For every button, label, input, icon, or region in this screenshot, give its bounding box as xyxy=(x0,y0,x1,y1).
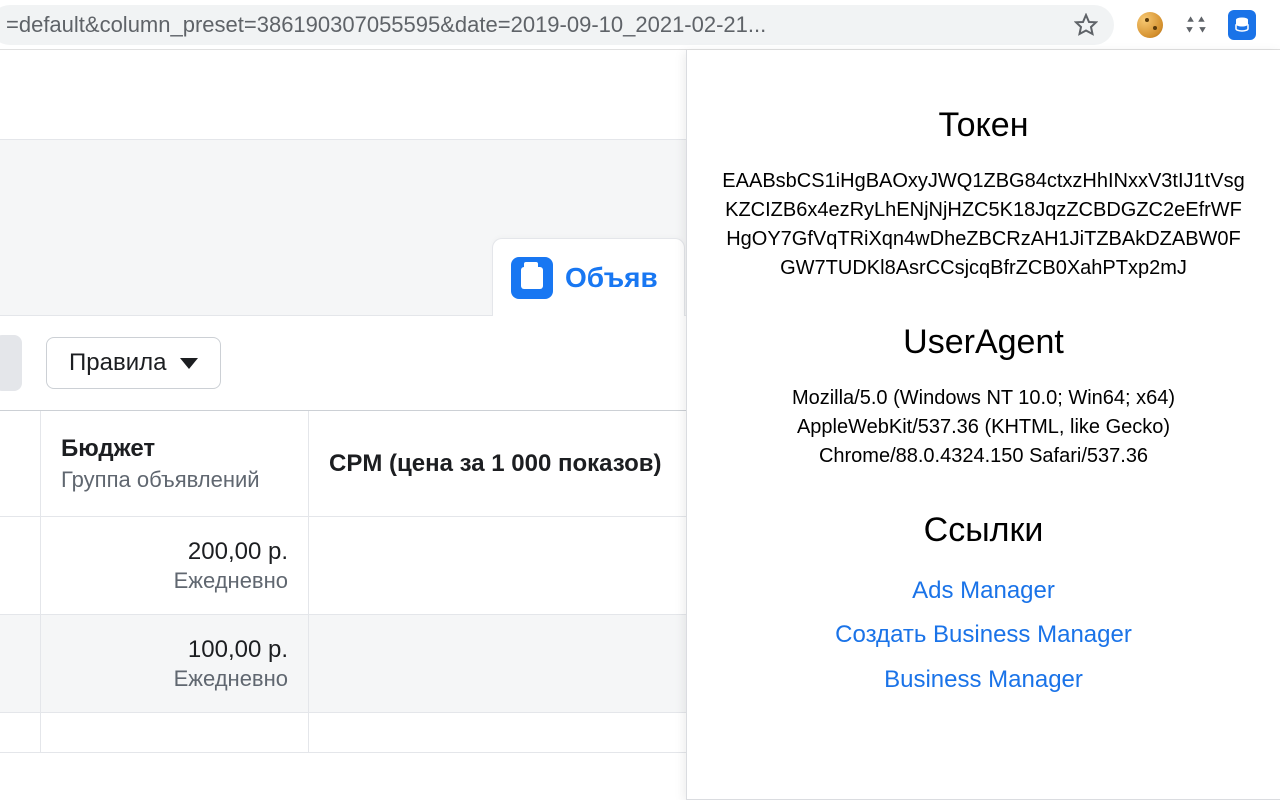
link-business-manager[interactable]: Business Manager xyxy=(884,661,1083,699)
links-list: Ads Manager Создать Business Manager Bus… xyxy=(711,572,1256,699)
tab-ads-label: Объяв xyxy=(565,262,658,294)
link-ads-manager[interactable]: Ads Manager xyxy=(912,572,1055,610)
useragent-value[interactable]: Mozilla/5.0 (Windows NT 10.0; Win64; x64… xyxy=(711,384,1256,471)
browser-url-bar: =default&column_preset=386190307055595&d… xyxy=(0,0,1280,50)
cookie-extension-icon[interactable] xyxy=(1136,11,1164,39)
th-budget-title: Бюджет xyxy=(61,435,288,463)
th-sort[interactable] xyxy=(0,411,41,517)
truncated-button[interactable] xyxy=(0,335,22,391)
extension-popup: Токен EAABsbCS1iHgBAOxyJWQ1ZBG84ctxzHhIN… xyxy=(686,50,1280,800)
links-heading: Ссылки xyxy=(711,511,1256,550)
extension-icons-tray xyxy=(1124,11,1268,39)
cell-frequency: Ежедневно xyxy=(174,666,288,692)
token-heading: Токен xyxy=(711,106,1256,145)
tab-ads[interactable]: Объяв xyxy=(492,238,685,316)
chevron-down-icon xyxy=(180,358,198,369)
database-extension-icon[interactable] xyxy=(1228,11,1256,39)
url-field[interactable]: =default&column_preset=386190307055595&d… xyxy=(0,5,1114,45)
cell-budget: 200,00 р. xyxy=(188,538,288,566)
cell-frequency: Ежедневно xyxy=(174,568,288,594)
url-text: =default&column_preset=386190307055595&d… xyxy=(6,12,766,38)
rules-label: Правила xyxy=(69,349,166,377)
cell-budget: 100,00 р. xyxy=(188,636,288,664)
recycle-extension-icon[interactable] xyxy=(1182,11,1210,39)
useragent-heading: UserAgent xyxy=(711,323,1256,362)
bookmark-star-icon[interactable] xyxy=(1074,13,1098,43)
th-budget[interactable]: Бюджет Группа объявлений xyxy=(41,411,309,517)
link-create-business-manager[interactable]: Создать Business Manager xyxy=(835,616,1132,654)
ads-tab-icon xyxy=(511,257,553,299)
token-value[interactable]: EAABsbCS1iHgBAOxyJWQ1ZBG84ctxzHhINxxV3tI… xyxy=(711,167,1256,283)
th-budget-sub: Группа объявлений xyxy=(61,467,288,493)
rules-dropdown[interactable]: Правила xyxy=(46,337,221,389)
